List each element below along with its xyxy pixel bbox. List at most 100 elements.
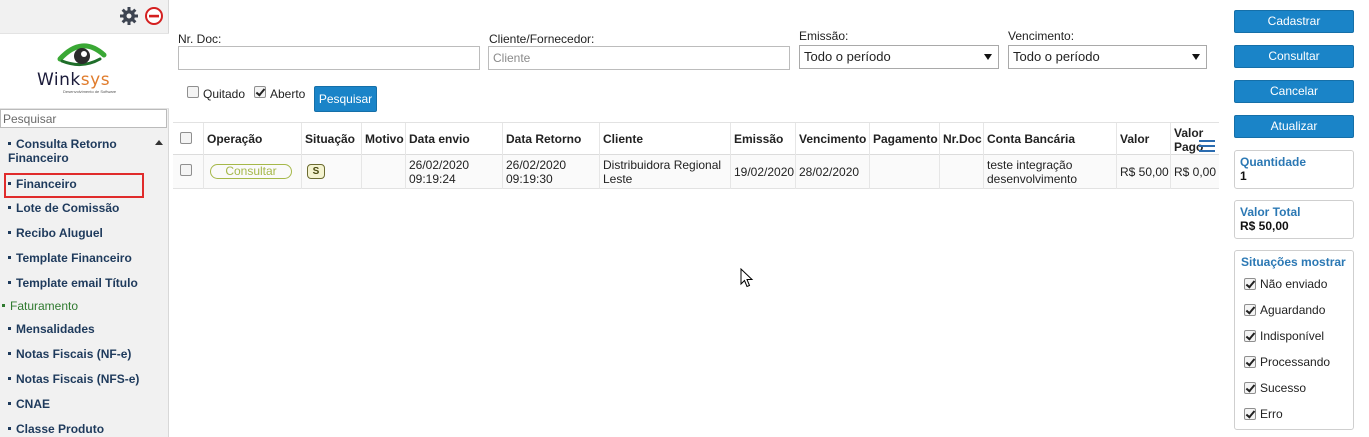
sidebar-item-template-financeiro[interactable]: Template Financeiro [8, 251, 132, 265]
minus-circle-icon[interactable] [144, 6, 164, 26]
scroll-up-arrow-icon[interactable] [155, 140, 163, 145]
aberto-label: Aberto [270, 87, 306, 101]
vencimento-cell: 28/02/2020 [795, 155, 869, 189]
valor-total-value: R$ 50,00 [1240, 219, 1289, 233]
bullet-icon [8, 231, 11, 235]
emissao-select[interactable]: Todo o período [799, 45, 999, 69]
sidebar-toolbar [0, 0, 168, 33]
data-envio-cell: 26/02/2020 09:19:24 [405, 155, 502, 189]
header-cliente[interactable]: Cliente [599, 123, 730, 156]
aguardando-label: Aguardando [1260, 303, 1326, 317]
menu-lines-icon[interactable] [1199, 140, 1215, 152]
bullet-icon [8, 256, 11, 260]
sidebar-item-cnae[interactable]: CNAE [8, 397, 50, 411]
header-nr-doc[interactable]: Nr.Doc [939, 123, 983, 156]
sidebar-scrollbar[interactable] [152, 134, 168, 437]
nr-doc-input[interactable] [178, 46, 480, 70]
gear-icon[interactable] [119, 6, 139, 26]
situacao-cell: S [301, 155, 361, 189]
motivo-cell [361, 155, 405, 189]
sidebar-item-nfse[interactable]: Notas Fiscais (NFS-e) [8, 372, 139, 386]
sucesso-checkbox[interactable] [1244, 382, 1256, 394]
header-pagamento[interactable]: Pagamento [869, 123, 939, 156]
dropdown-arrow-icon [1192, 54, 1200, 60]
cadastrar-button[interactable]: Cadastrar [1234, 10, 1354, 33]
bullet-icon [8, 352, 11, 356]
emissao-value: Todo o período [804, 49, 891, 64]
quantidade-value: 1 [1240, 169, 1247, 183]
sidebar-item-template-email[interactable]: Template email Título [8, 276, 138, 290]
sidebar-item-recibo-aluguel[interactable]: Recibo Aluguel [8, 226, 103, 240]
vencimento-label: Vencimento: [1008, 29, 1075, 43]
header-motivo[interactable]: Motivo [361, 123, 405, 156]
bullet-icon [8, 281, 11, 285]
bullet-icon [8, 142, 11, 146]
header-select-all-cell [173, 123, 203, 156]
data-retorno-cell: 26/02/2020 09:19:30 [502, 155, 599, 189]
valor-pago-cell: R$ 0,00 [1170, 155, 1219, 189]
nao-enviado-checkbox[interactable] [1244, 278, 1256, 290]
quitado-checkbox[interactable] [187, 86, 199, 98]
logo-eye-icon [57, 43, 107, 66]
logo-tagline: Desenvolvimento de Software [63, 89, 117, 94]
header-emissao[interactable]: Emissão [730, 123, 795, 156]
processando-checkbox[interactable] [1244, 356, 1256, 368]
bullet-icon [8, 427, 11, 431]
header-operacao[interactable]: Operação [203, 123, 301, 156]
sucesso-label: Sucesso [1260, 381, 1307, 395]
pesquisar-button[interactable]: Pesquisar [314, 86, 377, 112]
emissao-cell: 19/02/2020 [730, 155, 795, 189]
vencimento-value: Todo o período [1013, 49, 1100, 64]
sidebar-item-mensalidades[interactable]: Mensalidades [8, 322, 95, 336]
valor-total-box: Valor Total R$ 50,00 [1234, 200, 1354, 239]
dropdown-arrow-icon [984, 54, 992, 60]
header-data-envio[interactable]: Data envio [405, 123, 502, 156]
sidebar-item-nfe[interactable]: Notas Fiscais (NF-e) [8, 347, 131, 361]
emissao-label: Emissão: [799, 29, 849, 43]
erro-checkbox[interactable] [1244, 408, 1256, 420]
pagamento-cell [869, 155, 939, 189]
processando-label: Processando [1260, 355, 1331, 369]
table-row[interactable]: Consultar S 26/02/2020 09:19:24 26/02/202… [173, 155, 1219, 189]
sidebar-search-input[interactable] [0, 109, 167, 128]
row-checkbox[interactable] [180, 164, 192, 176]
cliente-input[interactable] [488, 46, 790, 70]
sidebar-item-classe-produto[interactable]: Classe Produto [8, 422, 104, 436]
bullet-icon [8, 402, 11, 406]
erro-label: Erro [1260, 407, 1283, 421]
cancelar-button[interactable]: Cancelar [1234, 80, 1354, 103]
bullet-icon [8, 327, 11, 331]
header-vencimento[interactable]: Vencimento [795, 123, 869, 156]
sidebar-item-lote-comissao[interactable]: Lote de Comissão [8, 201, 119, 215]
bullet-icon [2, 304, 5, 308]
sidebar-group-faturamento[interactable]: Faturamento [2, 299, 78, 313]
table-header: Operação Situação Motivo Data envio Data… [173, 122, 1219, 156]
header-situacao[interactable]: Situação [301, 123, 361, 156]
header-valor[interactable]: Valor [1116, 123, 1170, 156]
nr-doc-cell [939, 155, 983, 189]
sidebar: Winksys Desenvolvimento de Software Cons… [0, 0, 169, 437]
consultar-row-button[interactable]: Consultar [210, 164, 292, 179]
consultar-button[interactable]: Consultar [1234, 45, 1354, 68]
status-badge: S [307, 164, 325, 179]
company-logo: Winksys Desenvolvimento de Software [0, 33, 169, 109]
atualizar-button[interactable]: Atualizar [1234, 115, 1354, 138]
aberto-checkbox[interactable] [254, 86, 266, 98]
mouse-cursor-icon [740, 268, 754, 288]
select-all-checkbox[interactable] [180, 132, 192, 144]
logo-wordmark: Winksys [37, 70, 111, 90]
bullet-icon [8, 206, 11, 210]
row-select-cell [173, 155, 203, 189]
bullet-icon [8, 377, 11, 381]
quitado-label: Quitado [203, 87, 246, 101]
cliente-cell: Distribuidora Regional Leste [599, 155, 730, 189]
header-conta-bancaria[interactable]: Conta Bancária [983, 123, 1116, 156]
selected-item-highlight [4, 173, 144, 198]
aguardando-checkbox[interactable] [1244, 304, 1256, 316]
indisponivel-checkbox[interactable] [1244, 330, 1256, 342]
header-data-retorno[interactable]: Data Retorno [502, 123, 599, 156]
vencimento-select[interactable]: Todo o período [1008, 45, 1207, 69]
valor-total-label: Valor Total [1240, 205, 1301, 219]
operacao-cell: Consultar [203, 155, 301, 189]
sidebar-item-consulta-retorno[interactable]: Consulta Retorno Financeiro [8, 137, 117, 165]
